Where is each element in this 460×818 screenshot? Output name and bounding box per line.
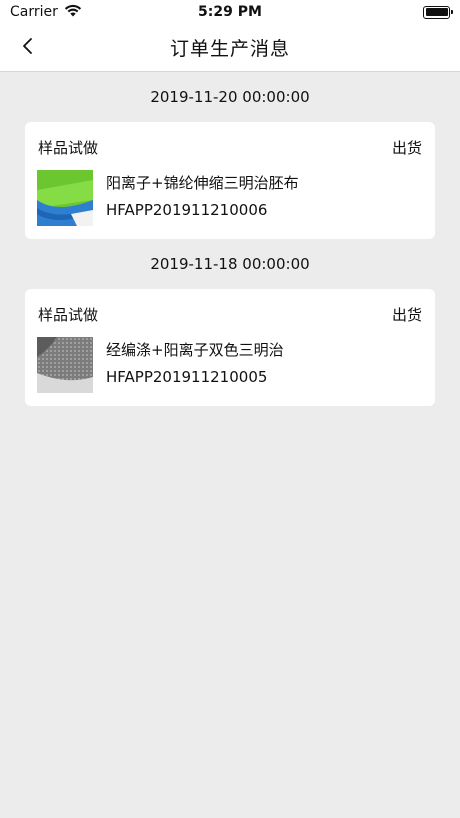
product-name: 经编涤+阳离子双色三明治: [106, 341, 284, 359]
wifi-icon: [64, 4, 82, 21]
back-button[interactable]: [14, 34, 42, 62]
status-bar: Carrier 5:29 PM: [0, 0, 460, 24]
message-type: 样品试做: [38, 139, 99, 157]
product-name: 阳离子+锦纶伸缩三明治胚布: [106, 174, 299, 192]
carrier-label: Carrier: [10, 4, 58, 20]
message-list: 2019-11-20 00:00:00 样品试做 出货 阳离子+锦纶伸缩三明治胚…: [0, 72, 460, 406]
product-thumbnail: [37, 337, 93, 393]
message-card[interactable]: 样品试做 出货 经编涤+阳离子双色三明治 HFAPP201911210005: [25, 289, 435, 406]
message-date: 2019-11-18 00:00:00: [150, 255, 310, 273]
status-left: Carrier: [10, 4, 82, 21]
message-status: 出货: [391, 306, 422, 324]
order-code: HFAPP201911210005: [106, 368, 268, 386]
chevron-left-icon: [21, 37, 35, 59]
product-thumbnail: [37, 170, 93, 226]
message-card[interactable]: 样品试做 出货 阳离子+锦纶伸缩三明治胚布 HFAPP201911210006: [25, 122, 435, 239]
order-code: HFAPP201911210006: [106, 201, 268, 219]
message-type: 样品试做: [38, 306, 99, 324]
message-status: 出货: [391, 139, 422, 157]
battery-icon: [423, 5, 453, 19]
message-date: 2019-11-20 00:00:00: [150, 88, 310, 106]
nav-bar: 订单生产消息: [0, 24, 460, 72]
page-title: 订单生产消息: [169, 38, 290, 60]
